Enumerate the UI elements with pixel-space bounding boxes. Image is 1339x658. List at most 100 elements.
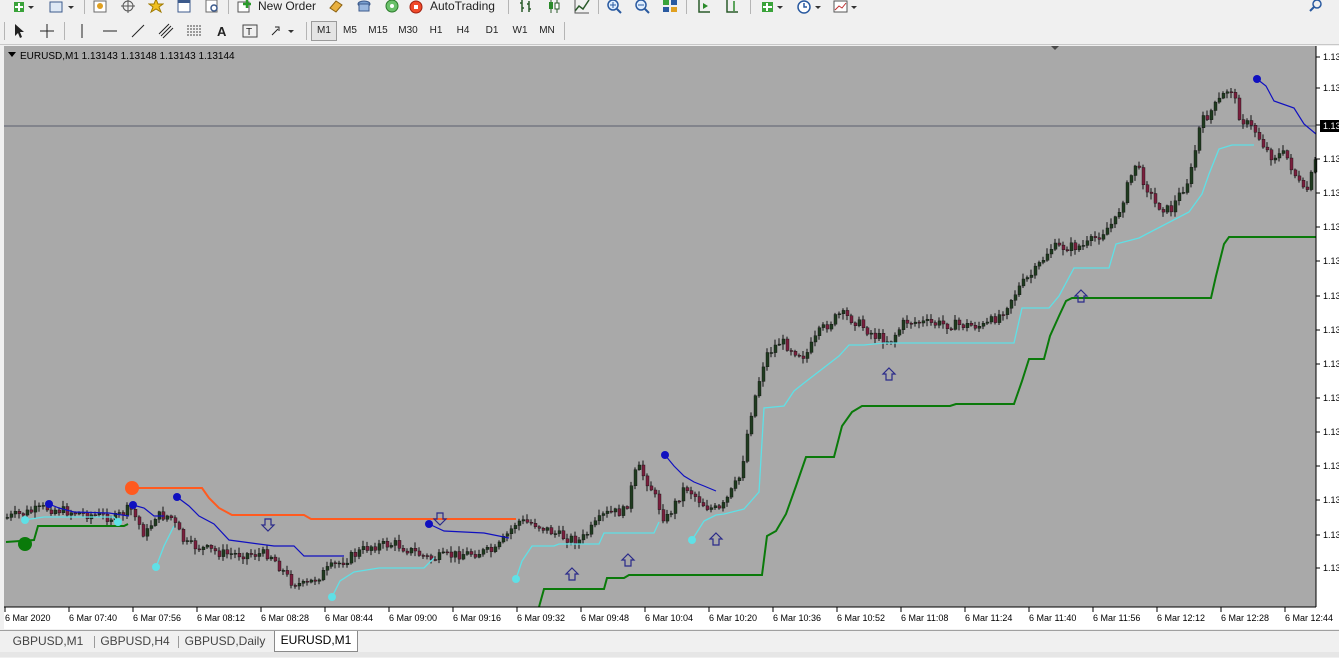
timeframe-mn[interactable]: MN [534, 21, 560, 41]
fast-down-dot [173, 493, 181, 501]
bull-candle [821, 324, 826, 328]
bull-candle [325, 566, 330, 571]
price-tick-label: 1.13 [1323, 154, 1339, 164]
signals-icon[interactable] [354, 0, 374, 16]
autotrading-button[interactable]: AutoTrading [408, 0, 504, 16]
arrows-icon[interactable] [268, 21, 298, 41]
bull-candle [357, 549, 362, 557]
bear-candle [1285, 150, 1290, 159]
bull-candle [681, 487, 686, 502]
new-chart-icon[interactable] [8, 0, 38, 16]
chart-shift-icon[interactable] [694, 0, 714, 16]
timeframe-h1[interactable]: H1 [423, 21, 449, 41]
bear-candle [213, 548, 218, 552]
timeframe-m15[interactable]: M15 [365, 21, 391, 41]
equidistant-channel-icon[interactable] [156, 21, 176, 41]
chart-tab[interactable]: EURUSD,M1 [274, 631, 358, 652]
bull-candle [109, 519, 114, 522]
bull-candle [361, 546, 366, 550]
bull-candle [1225, 91, 1230, 94]
bull-candle [621, 506, 626, 516]
bull-candle [409, 548, 414, 554]
bear-candle [489, 547, 494, 552]
periods-icon[interactable] [794, 0, 826, 16]
bear-candle [1093, 236, 1098, 238]
trendline-icon[interactable] [128, 21, 148, 41]
market-icon[interactable] [382, 0, 402, 16]
timeframe-m30[interactable]: M30 [395, 21, 421, 41]
bull-candle [1045, 253, 1050, 261]
bear-candle [313, 579, 318, 582]
chart-tab[interactable]: GBPUSD,Daily [178, 632, 272, 651]
new-order-icon [237, 0, 251, 13]
bull-candle [557, 530, 562, 534]
timeframe-m1[interactable]: M1 [311, 21, 337, 41]
search-icon[interactable] [1306, 0, 1326, 16]
text-label-icon[interactable]: T [240, 21, 260, 41]
bull-candle [1133, 165, 1138, 176]
price-chart[interactable]: EURUSD,M1 1.13143 1.13148 1.13143 1.1314… [4, 46, 1339, 629]
bull-candle [1201, 115, 1206, 129]
bear-candle [917, 321, 922, 324]
bull-candle [1309, 171, 1314, 190]
bear-candle [661, 509, 666, 522]
line-chart-icon[interactable] [572, 0, 592, 16]
bull-candle [465, 551, 470, 555]
timeframe-d1[interactable]: D1 [479, 21, 505, 41]
bear-candle [861, 319, 866, 329]
favorites-icon[interactable] [146, 0, 166, 16]
bear-candle [105, 513, 110, 522]
bull-candle [877, 333, 882, 339]
fibonacci-icon[interactable] [184, 21, 204, 41]
time-tick-label: 6 Mar 09:16 [453, 613, 501, 623]
price-tick-label: 1.13 [1323, 325, 1339, 335]
autotrading-icon [409, 0, 423, 14]
bull-candle [5, 517, 10, 519]
bull-candle [441, 551, 446, 554]
autoscroll-icon[interactable] [722, 0, 742, 16]
candlesticks-icon[interactable] [544, 0, 564, 16]
chart-tab[interactable]: GBPUSD,M1 [4, 632, 92, 651]
profiles-icon[interactable] [44, 0, 78, 16]
text-icon[interactable]: A [212, 21, 232, 41]
bear-candle [1097, 237, 1102, 240]
bull-candle [1069, 242, 1074, 252]
market-orders-icon[interactable] [326, 0, 346, 16]
bear-candle [137, 516, 142, 525]
bear-candle [1233, 92, 1238, 99]
bear-candle [473, 554, 478, 558]
timeframe-m5[interactable]: M5 [337, 21, 363, 41]
bull-candle [321, 570, 326, 581]
new-order-button[interactable]: New Order [236, 0, 322, 16]
market-watch-icon[interactable] [90, 0, 110, 16]
chart-window[interactable]: EURUSD,M1 1.13143 1.13148 1.13143 1.1314… [4, 46, 1339, 629]
zoom-out-icon[interactable] [632, 0, 652, 16]
price-tick-label: 1.13 [1323, 530, 1339, 540]
navigator-icon[interactable] [118, 0, 138, 16]
templates-icon[interactable] [830, 0, 862, 16]
strategy-tester-icon[interactable] [202, 0, 222, 16]
tile-windows-icon[interactable] [660, 0, 680, 16]
bear-candle [933, 322, 938, 326]
cursor-icon[interactable] [9, 21, 29, 41]
bull-candle [749, 415, 754, 435]
zoom-in-icon[interactable] [604, 0, 624, 16]
bar-chart-icon[interactable] [516, 0, 536, 16]
time-tick-label: 6 Mar 08:12 [197, 613, 245, 623]
bear-candle [1257, 132, 1262, 140]
bear-candle [957, 319, 962, 325]
timeframe-w1[interactable]: W1 [507, 21, 533, 41]
bull-candle [513, 525, 518, 529]
bear-candle [181, 529, 186, 542]
indicators-icon[interactable] [758, 0, 788, 16]
vertical-line-icon[interactable] [72, 21, 92, 41]
bear-candle [973, 325, 978, 329]
horizontal-line-icon[interactable] [100, 21, 120, 41]
timeframe-h4[interactable]: H4 [450, 21, 476, 41]
chart-tab[interactable]: GBPUSD,H4 [94, 632, 176, 651]
time-tick-label: 6 Mar 09:48 [581, 613, 629, 623]
crosshair-icon[interactable] [37, 21, 57, 41]
bull-candle [77, 512, 82, 515]
terminal-icon[interactable] [174, 0, 194, 16]
bull-candle [485, 547, 490, 550]
